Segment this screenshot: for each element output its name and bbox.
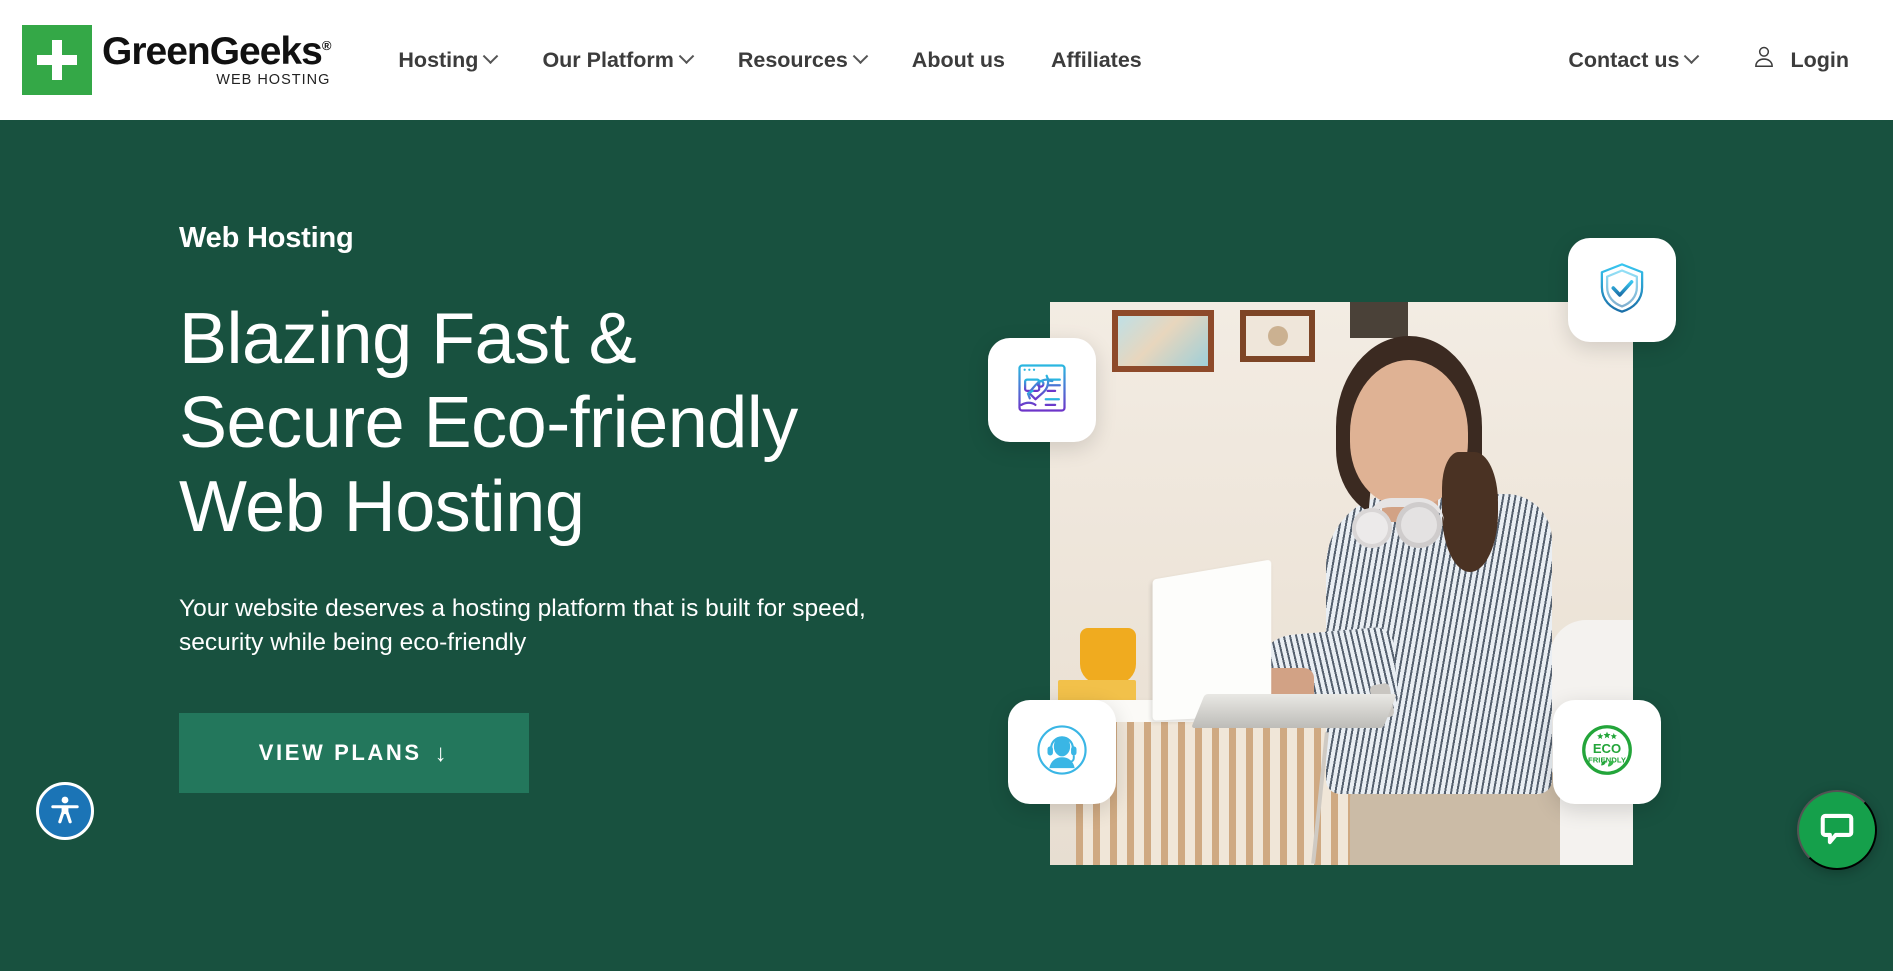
registered-trademark-mark: ®	[321, 38, 332, 54]
support-agent-icon	[1033, 721, 1091, 784]
greengeeks-plus-logo-icon	[22, 25, 92, 95]
accessibility-icon	[48, 793, 82, 830]
view-plans-label: VIEW PLANS	[258, 740, 422, 766]
nav-item-contact-us-label: Contact us	[1568, 47, 1680, 72]
eco-badge-line-2: FRIENDLY	[1588, 755, 1627, 764]
feature-card-eco-friendly: ECO FRIENDLY	[1553, 700, 1661, 804]
user-icon	[1751, 44, 1777, 76]
nav-item-resources[interactable]: Resources	[737, 47, 869, 73]
feature-card-rocket	[988, 338, 1096, 442]
hero-title-line-2: Secure Eco-friendly	[179, 383, 798, 464]
nav-item-resources-label: Resources	[737, 47, 848, 72]
hero-photo-woman-at-laptop	[1050, 302, 1633, 865]
secondary-navigation: Contact us Login	[1568, 44, 1849, 76]
nav-item-about-us-label: About us	[911, 47, 1005, 72]
chevron-down-icon	[1684, 47, 1700, 64]
arrow-down-icon: ↓	[434, 740, 450, 768]
accessibility-widget-button[interactable]	[36, 782, 94, 840]
hero-title-line-3: Web Hosting	[179, 467, 585, 548]
hero-subtitle: Your website deserves a hosting platform…	[179, 594, 866, 657]
nav-item-affiliates-label: Affiliates	[1050, 47, 1142, 72]
photo-wall-art-3	[1350, 302, 1408, 338]
chevron-down-icon	[483, 47, 499, 64]
primary-navigation: Hosting Our Platform Resources About us …	[398, 48, 1141, 73]
brand-logo-text: GreenGeeks® WEB HOSTING	[102, 30, 332, 89]
photo-headphone-left	[1352, 508, 1392, 548]
feature-card-shield	[1568, 238, 1676, 342]
chevron-down-icon	[852, 47, 869, 64]
live-chat-widget-button[interactable]	[1797, 790, 1877, 870]
brand-name: GreenGeeks®	[102, 30, 332, 74]
photo-wall-art-2	[1240, 310, 1315, 362]
nav-item-hosting[interactable]: Hosting	[398, 47, 499, 73]
login-label: Login	[1790, 47, 1849, 72]
photo-book	[1058, 680, 1136, 702]
brand-tagline: WEB HOSTING	[216, 72, 331, 89]
page-title: Blazing Fast & Secure Eco-friendly Web H…	[179, 297, 939, 550]
photo-wall-art-1	[1112, 310, 1214, 372]
shield-check-icon	[1594, 260, 1650, 321]
site-header: GreenGeeks® WEB HOSTING Hosting Our Plat…	[0, 0, 1893, 120]
page-root: GreenGeeks® WEB HOSTING Hosting Our Plat…	[0, 0, 1893, 971]
eco-friendly-badge-icon: ECO FRIENDLY	[1576, 719, 1638, 786]
nav-item-our-platform-label: Our Platform	[542, 47, 674, 72]
photo-headphone-right	[1396, 502, 1442, 548]
feature-card-support	[1008, 700, 1116, 804]
view-plans-button[interactable]: VIEW PLANS ↓	[179, 713, 529, 794]
nav-item-affiliates[interactable]: Affiliates	[1051, 48, 1142, 73]
nav-item-contact-us[interactable]: Contact us	[1568, 47, 1700, 73]
photo-person-hair-strand	[1442, 452, 1498, 572]
login-link[interactable]: Login	[1751, 44, 1849, 76]
photo-mug	[1080, 628, 1136, 684]
brand-logo[interactable]: GreenGeeks® WEB HOSTING	[22, 25, 332, 95]
eco-badge-line-1: ECO	[1593, 740, 1621, 755]
chat-bubble-icon	[1818, 810, 1856, 851]
hero-content: Web Hosting Blazing Fast & Secure Eco-fr…	[179, 222, 939, 794]
hero-title-line-1: Blazing Fast &	[179, 299, 637, 379]
nav-item-hosting-label: Hosting	[398, 47, 479, 72]
nav-item-our-platform[interactable]: Our Platform	[542, 47, 695, 73]
rocket-launch-icon	[1012, 358, 1072, 423]
hero-eyebrow: Web Hosting	[179, 222, 354, 254]
photo-laptop-keyboard	[1191, 694, 1397, 728]
chevron-down-icon	[678, 47, 695, 64]
nav-item-about-us[interactable]: About us	[912, 48, 1005, 73]
